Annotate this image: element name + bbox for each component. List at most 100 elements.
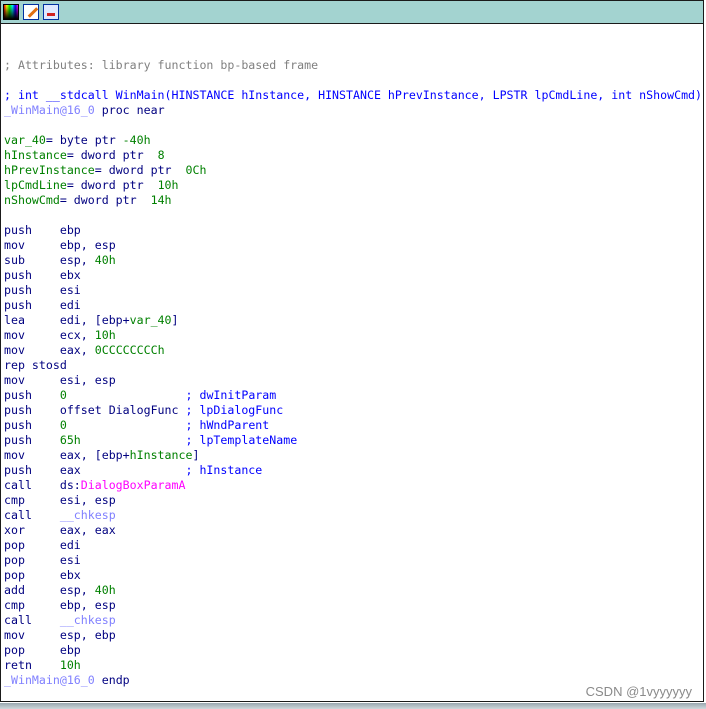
code-line[interactable]: nShowCmd= dword ptr 14h	[4, 193, 702, 208]
code-line[interactable]: _WinMain@16_0 proc near	[4, 103, 702, 118]
toolbar	[1, 1, 703, 24]
code-token: = byte ptr	[45, 133, 123, 147]
code-line[interactable]: cmp ebp, esp	[4, 598, 702, 613]
code-token: mov esi, esp	[4, 373, 116, 387]
code-token: 14h	[150, 193, 172, 207]
code-token: var_40	[129, 313, 172, 327]
code-token: push esi	[4, 283, 81, 297]
code-token: mov ebp, esp	[4, 238, 116, 252]
code-token: 40h	[94, 583, 116, 597]
code-token: 10h	[59, 658, 81, 672]
code-token: lea edi, [ebp+	[4, 313, 130, 327]
code-line[interactable]: mov esp, ebp	[4, 628, 702, 643]
code-token: call ds:	[4, 478, 81, 492]
code-token: push ebx	[4, 268, 81, 282]
graph-view-icon[interactable]	[43, 4, 59, 20]
code-line[interactable]: ; Attributes: library function bp-based …	[4, 58, 702, 73]
code-line[interactable]: sub esp, 40h	[4, 253, 702, 268]
code-token: push edi	[4, 298, 81, 312]
ida-view-window: ; Attributes: library function bp-based …	[0, 0, 704, 702]
code-token: 65h	[59, 433, 81, 447]
code-token: mov esp, ebp	[4, 628, 116, 642]
code-token: pop ebp	[4, 643, 81, 657]
code-token: ; lpDialogFunc	[185, 403, 284, 417]
code-line[interactable]: push eax ; hInstance	[4, 463, 702, 478]
code-line[interactable]: mov eax, 0CCCCCCCCh	[4, 343, 702, 358]
code-token: sub esp,	[4, 253, 95, 267]
code-token: call	[4, 508, 60, 522]
code-token: 40h	[94, 253, 116, 267]
disassembly-listing[interactable]: ; Attributes: library function bp-based …	[4, 58, 702, 688]
code-token: = dword ptr	[66, 148, 158, 162]
code-token: ; lpTemplateName	[185, 433, 298, 447]
code-line[interactable]	[4, 118, 702, 133]
code-line[interactable]: pop edi	[4, 538, 702, 553]
code-token: 10h	[157, 178, 179, 192]
code-token: 0CCCCCCCCh	[94, 343, 165, 357]
code-line[interactable]: call __chkesp	[4, 613, 702, 628]
code-token: ]	[171, 313, 179, 327]
code-token: push	[4, 418, 60, 432]
code-line[interactable]: push edi	[4, 298, 702, 313]
code-token: 0Ch	[185, 163, 207, 177]
code-line[interactable]: push ebp	[4, 223, 702, 238]
code-token: pop ebx	[4, 568, 81, 582]
code-line[interactable]: push 65h ; lpTemplateName	[4, 433, 702, 448]
code-token: push eax	[4, 463, 186, 477]
code-line[interactable]: call __chkesp	[4, 508, 702, 523]
code-line[interactable]: ; int __stdcall WinMain(HINSTANCE hInsta…	[4, 88, 702, 103]
code-token: cmp esi, esp	[4, 493, 116, 507]
code-token: ; dwInitParam	[185, 388, 277, 402]
code-token: retn	[4, 658, 60, 672]
code-token: = dword ptr	[59, 193, 151, 207]
code-line[interactable]: push ebx	[4, 268, 702, 283]
code-line[interactable]: mov ecx, 10h	[4, 328, 702, 343]
code-line[interactable]	[4, 208, 702, 223]
color-palette-icon[interactable]	[3, 4, 19, 20]
code-line[interactable]: pop ebx	[4, 568, 702, 583]
code-line[interactable]: call ds:DialogBoxParamA	[4, 478, 702, 493]
code-line[interactable]: retn 10h	[4, 658, 702, 673]
code-token: = dword ptr	[94, 163, 186, 177]
code-line[interactable]: mov eax, [ebp+hInstance]	[4, 448, 702, 463]
code-token: add esp,	[4, 583, 95, 597]
code-token: mov ecx,	[4, 328, 95, 342]
code-token: = dword ptr	[66, 178, 158, 192]
code-token: nShowCmd	[4, 193, 60, 207]
code-token: proc near	[94, 103, 165, 117]
code-line[interactable]: hInstance= dword ptr 8	[4, 148, 702, 163]
code-line[interactable]	[4, 73, 702, 88]
code-line[interactable]: pop ebp	[4, 643, 702, 658]
code-token: -40h	[122, 133, 151, 147]
code-token: call	[4, 613, 60, 627]
code-line[interactable]: cmp esi, esp	[4, 493, 702, 508]
code-token: 8	[157, 148, 165, 162]
code-line[interactable]: xor eax, eax	[4, 523, 702, 538]
code-token: __chkesp	[59, 613, 116, 627]
code-line[interactable]: push esi	[4, 283, 702, 298]
code-token: hPrevInstance	[4, 163, 95, 177]
code-line[interactable]: rep stosd	[4, 358, 702, 373]
code-line[interactable]: hPrevInstance= dword ptr 0Ch	[4, 163, 702, 178]
code-token: push ebp	[4, 223, 81, 237]
edit-icon[interactable]	[23, 4, 39, 20]
code-token: ]	[192, 448, 200, 462]
code-line[interactable]: lea edi, [ebp+var_40]	[4, 313, 702, 328]
code-token: hInstance	[4, 148, 67, 162]
code-line[interactable]: var_40= byte ptr -40h	[4, 133, 702, 148]
code-line[interactable]: add esp, 40h	[4, 583, 702, 598]
code-line[interactable]: push offset DialogFunc ; lpDialogFunc	[4, 403, 702, 418]
code-line[interactable]: push 0 ; hWndParent	[4, 418, 702, 433]
code-line[interactable]: mov esi, esp	[4, 373, 702, 388]
code-token: cmp ebp, esp	[4, 598, 116, 612]
code-token: ; int __stdcall WinMain(HINSTANCE hInsta…	[4, 88, 703, 102]
code-line[interactable]: pop esi	[4, 553, 702, 568]
code-line[interactable]: lpCmdLine= dword ptr 10h	[4, 178, 702, 193]
code-line[interactable]: mov ebp, esp	[4, 238, 702, 253]
code-token: pop esi	[4, 553, 81, 567]
code-line[interactable]: push 0 ; dwInitParam	[4, 388, 702, 403]
code-token: var_40	[4, 133, 46, 147]
code-token: ; hWndParent	[185, 418, 270, 432]
